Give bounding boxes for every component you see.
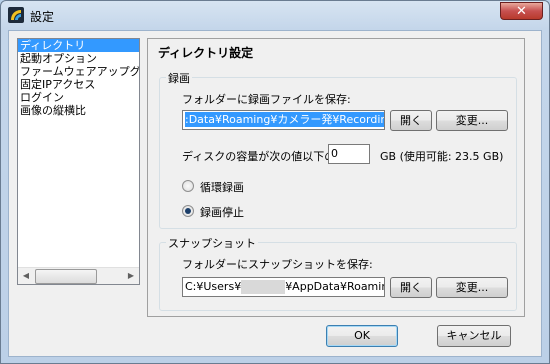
stop-recording-radio[interactable]	[182, 205, 194, 217]
disk-threshold-unit: GB (使用可能: 23.5 GB)	[380, 150, 504, 163]
sidebar-item-startup-options[interactable]: 起動オプション	[18, 52, 139, 65]
snapshot-folder-label: フォルダーにスナップショットを保存:	[182, 258, 373, 271]
settings-category-list[interactable]: ディレクトリ 起動オプション ファームウェアアップグレード 固定IPアクセス ロ…	[17, 38, 140, 285]
close-button[interactable]: ✕	[500, 2, 543, 20]
stop-recording-label[interactable]: 録画停止	[200, 204, 244, 220]
snapshot-open-button[interactable]: 開く	[390, 277, 432, 298]
snapshot-change-button[interactable]: 変更...	[436, 277, 508, 298]
scrollbar-thumb[interactable]	[35, 269, 97, 284]
disk-threshold-input[interactable]: 0	[328, 144, 370, 164]
sidebar-item-aspect-ratio[interactable]: 画像の縦横比	[18, 104, 139, 117]
snapshot-path-prefix: C:¥Users¥	[185, 280, 242, 293]
recording-folder-label: フォルダーに録画ファイルを保存:	[182, 93, 351, 106]
snapshot-folder-path-field[interactable]: C:¥Users¥ ¥AppData¥Roaming	[182, 277, 385, 297]
scroll-left-arrow-icon[interactable]: ◀	[18, 268, 34, 284]
horizontal-scrollbar[interactable]: ◀ ▶	[18, 267, 139, 284]
cancel-button[interactable]: キャンセル	[437, 325, 511, 347]
settings-window: 設定 ✕ ディレクトリ 起動オプション ファームウェアアップグレード 固定IPア…	[0, 0, 550, 364]
redacted-username	[241, 280, 286, 294]
snapshot-group-label: スナップショット	[166, 235, 258, 251]
loop-recording-label[interactable]: 循環録画	[200, 179, 244, 195]
recording-group: 録画 フォルダーに録画ファイルを保存: :Data¥Roaming¥カメラー発¥…	[159, 70, 517, 229]
sidebar-item-directory[interactable]: ディレクトリ	[18, 39, 139, 52]
directory-settings-panel: ディレクトリ設定 録画 フォルダーに録画ファイルを保存: :Data¥Roami…	[147, 38, 525, 317]
ok-button[interactable]: OK	[326, 325, 398, 347]
sidebar-item-firmware-upgrade[interactable]: ファームウェアアップグレード	[18, 65, 139, 78]
snapshot-path-suffix: ¥AppData¥Roaming	[285, 280, 385, 293]
recording-change-button[interactable]: 変更...	[436, 110, 508, 131]
sidebar-item-login[interactable]: ログイン	[18, 91, 139, 104]
recording-folder-path-value: :Data¥Roaming¥カメラー発¥Recording	[185, 112, 384, 127]
recording-open-button[interactable]: 開く	[390, 110, 432, 131]
dialog-client: ディレクトリ 起動オプション ファームウェアアップグレード 固定IPアクセス ロ…	[8, 30, 542, 357]
panel-title: ディレクトリ設定	[158, 46, 254, 60]
sidebar-item-static-ip[interactable]: 固定IPアクセス	[18, 78, 139, 91]
snapshot-group: スナップショット フォルダーにスナップショットを保存: C:¥Users¥ ¥Ap…	[159, 235, 517, 311]
window-title: 設定	[30, 10, 55, 24]
disk-threshold-label: ディスクの容量が次の値以下のとき	[182, 150, 329, 163]
title-bar[interactable]: 設定 ✕	[1, 1, 549, 29]
recording-folder-path-field[interactable]: :Data¥Roaming¥カメラー発¥Recording	[182, 110, 385, 130]
scroll-right-arrow-icon[interactable]: ▶	[123, 268, 139, 284]
recording-group-label: 録画	[166, 70, 192, 86]
app-icon	[8, 7, 24, 23]
loop-recording-radio[interactable]	[182, 180, 194, 192]
